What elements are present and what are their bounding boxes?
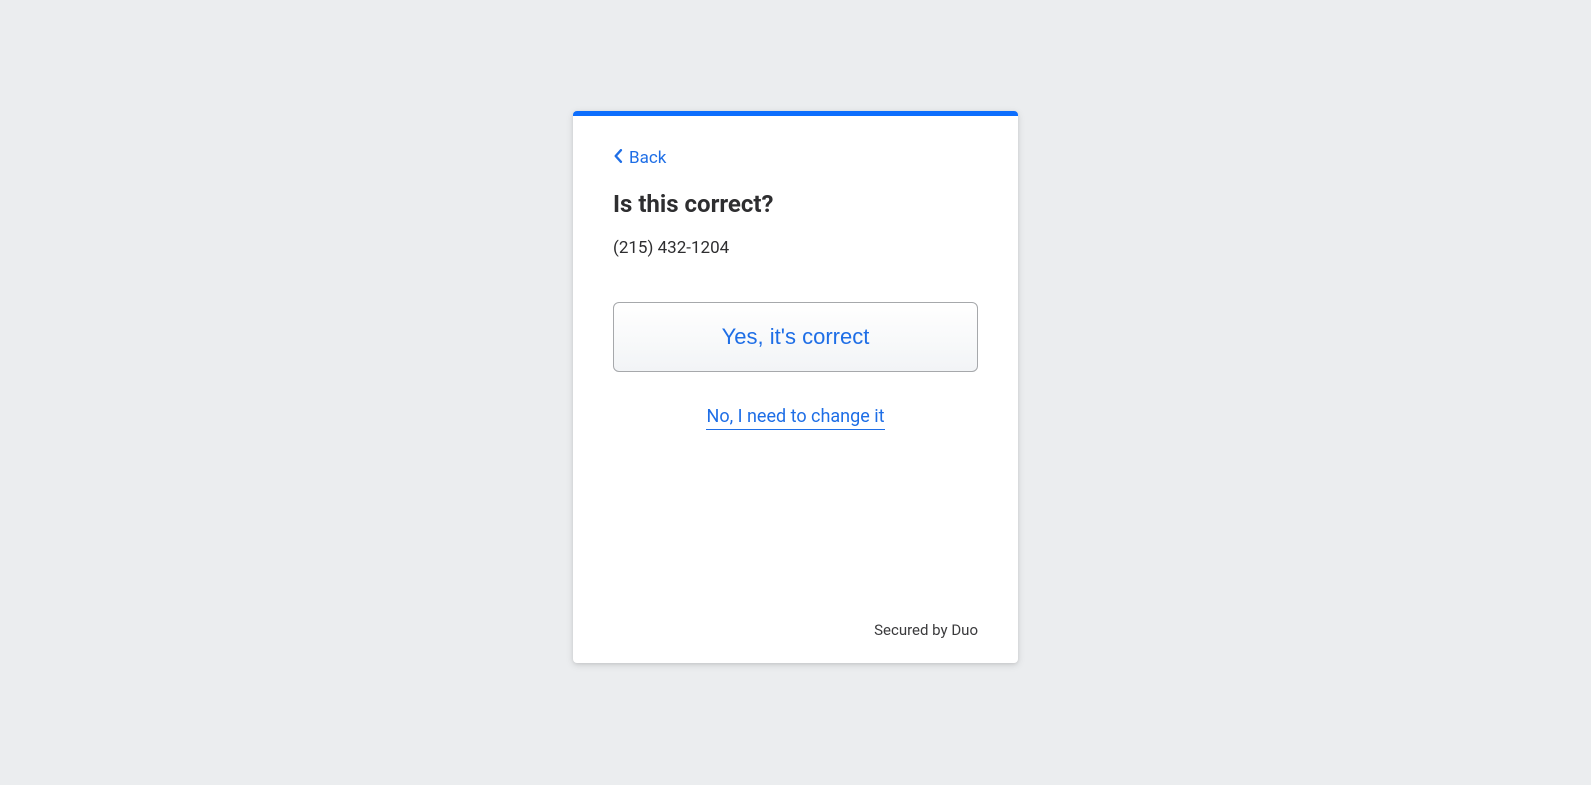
secured-by-label: Secured by Duo bbox=[874, 621, 978, 639]
back-link[interactable]: Back bbox=[613, 148, 666, 168]
confirm-button-label: Yes, it's correct bbox=[722, 324, 870, 350]
chevron-left-icon bbox=[613, 148, 623, 168]
change-link-label: No, I need to change it bbox=[706, 406, 884, 427]
page-title: Is this correct? bbox=[613, 190, 978, 218]
confirmation-card: Back Is this correct? (215) 432-1204 Yes… bbox=[573, 111, 1018, 663]
confirm-button[interactable]: Yes, it's correct bbox=[613, 302, 978, 372]
phone-number: (215) 432-1204 bbox=[613, 238, 978, 258]
back-label: Back bbox=[629, 148, 666, 168]
change-link[interactable]: No, I need to change it bbox=[706, 406, 884, 430]
